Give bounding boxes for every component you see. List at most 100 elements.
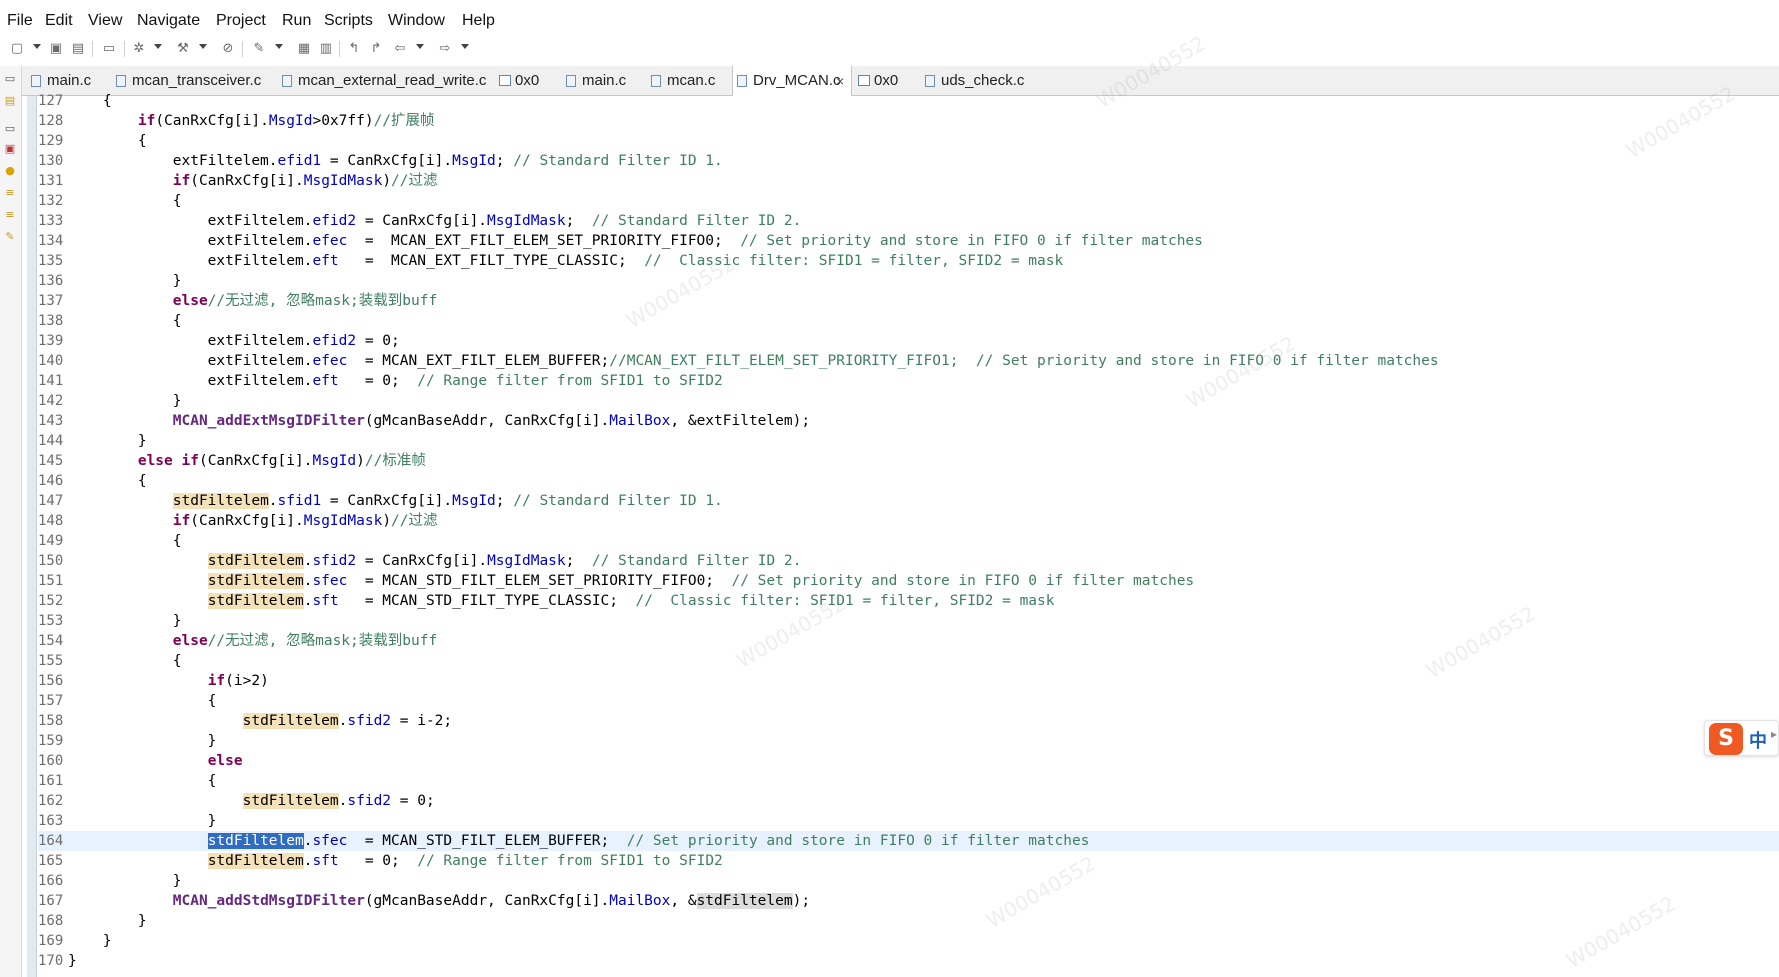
code-line[interactable]: 160 else (38, 751, 1779, 771)
code-text[interactable]: stdFiltelem.sfid2 = i-2; (68, 711, 452, 731)
menu-navigate[interactable]: Navigate (137, 12, 200, 30)
menu-edit[interactable]: Edit (45, 12, 73, 30)
code-line[interactable]: 156 if(i>2) (38, 671, 1779, 691)
code-text[interactable]: } (68, 931, 112, 951)
code-line[interactable]: 127 { (38, 91, 1779, 111)
code-line[interactable]: 150 stdFiltelem.sfid2 = CanRxCfg[i].MsgI… (38, 551, 1779, 571)
code-text[interactable]: } (68, 951, 77, 971)
code-line[interactable]: 142 } (38, 391, 1779, 411)
tool-dropdown-icon[interactable] (275, 44, 283, 49)
code-line[interactable]: 161 { (38, 771, 1779, 791)
tool-icon[interactable]: ✎ (250, 40, 268, 58)
ime-status-widget[interactable]: S 中 ▸ (1704, 720, 1779, 756)
code-line[interactable]: 138 { (38, 311, 1779, 331)
code-line[interactable]: 128 if(CanRxCfg[i].MsgId>0x7ff)//扩展帧 (38, 111, 1779, 131)
code-line[interactable]: 131 if(CanRxCfg[i].MsgIdMask)//过滤 (38, 171, 1779, 191)
console-icon[interactable]: ≡ (3, 186, 17, 200)
code-text[interactable]: MCAN_addExtMsgIDFilter(gMcanBaseAddr, Ca… (68, 411, 810, 431)
build-dropdown-icon[interactable] (199, 44, 207, 49)
code-line[interactable]: 137 else//无过滤, 忽略mask;装载到buff (38, 291, 1779, 311)
code-text[interactable]: MCAN_addStdMsgIDFilter(gMcanBaseAddr, Ca… (68, 891, 810, 911)
save-all-icon[interactable]: ▤ (69, 40, 87, 58)
code-line[interactable]: 170} (38, 951, 1779, 971)
forward-icon[interactable]: ⇨ (436, 40, 454, 58)
terminal-icon[interactable]: ▭ (100, 40, 118, 58)
code-text[interactable]: { (68, 131, 147, 151)
menu-help[interactable]: Help (462, 12, 495, 30)
code-line[interactable]: 158 stdFiltelem.sfid2 = i-2; (38, 711, 1779, 731)
code-line[interactable]: 167 MCAN_addStdMsgIDFilter(gMcanBaseAddr… (38, 891, 1779, 911)
code-text[interactable]: { (68, 191, 182, 211)
code-line[interactable]: 141 extFiltelem.eft = 0; // Range filter… (38, 371, 1779, 391)
code-line[interactable]: 135 extFiltelem.eft = MCAN_EXT_FILT_TYPE… (38, 251, 1779, 271)
open-type-icon[interactable]: ▦ (295, 40, 313, 58)
code-line[interactable]: 151 stdFiltelem.sfec = MCAN_STD_FILT_ELE… (38, 571, 1779, 591)
code-line[interactable]: 166 } (38, 871, 1779, 891)
forward-dropdown-icon[interactable] (461, 44, 469, 49)
code-text[interactable]: stdFiltelem.sfid2 = CanRxCfg[i].MsgIdMas… (68, 551, 801, 571)
flash-icon[interactable]: ⊘ (219, 40, 237, 58)
menu-scripts[interactable]: Scripts (324, 12, 373, 30)
code-text[interactable]: { (68, 691, 217, 711)
code-text[interactable]: { (68, 311, 182, 331)
code-text[interactable]: stdFiltelem.sfec = MCAN_STD_FILT_ELEM_SE… (68, 571, 1194, 591)
code-line[interactable]: 163 } (38, 811, 1779, 831)
code-text[interactable]: stdFiltelem.sfid2 = 0; (68, 791, 435, 811)
code-text[interactable]: extFiltelem.efid2 = 0; (68, 331, 400, 351)
lightbulb-icon[interactable]: ● (3, 164, 17, 178)
code-text[interactable]: } (68, 391, 182, 411)
code-line[interactable]: 149 { (38, 531, 1779, 551)
new-dropdown-icon[interactable] (33, 44, 41, 49)
menu-view[interactable]: View (88, 12, 122, 30)
tool-icon[interactable]: ✎ (3, 230, 17, 244)
code-line[interactable]: 148 if(CanRxCfg[i].MsgIdMask)//过滤 (38, 511, 1779, 531)
code-text[interactable]: { (68, 91, 112, 111)
code-text[interactable]: extFiltelem.eft = 0; // Range filter fro… (68, 371, 723, 391)
outline-icon[interactable]: ▣ (3, 142, 17, 156)
menu-run[interactable]: Run (282, 12, 311, 30)
code-text[interactable]: } (68, 611, 182, 631)
code-line[interactable]: 132 { (38, 191, 1779, 211)
back-dropdown-icon[interactable] (416, 44, 424, 49)
code-line[interactable]: 146 { (38, 471, 1779, 491)
code-line[interactable]: 139 extFiltelem.efid2 = 0; (38, 331, 1779, 351)
code-text[interactable]: extFiltelem.eft = MCAN_EXT_FILT_TYPE_CLA… (68, 251, 1064, 271)
code-line[interactable]: 134 extFiltelem.efec = MCAN_EXT_FILT_ELE… (38, 231, 1779, 251)
code-text[interactable]: stdFiltelem.sft = 0; // Range filter fro… (68, 851, 723, 871)
code-line[interactable]: 164 stdFiltelem.sfec = MCAN_STD_FILT_ELE… (38, 831, 1779, 851)
code-line[interactable]: 155 { (38, 651, 1779, 671)
project-explorer-icon[interactable]: ▤ (3, 94, 17, 108)
task-icon[interactable]: ▥ (317, 40, 335, 58)
code-line[interactable]: 140 extFiltelem.efec = MCAN_EXT_FILT_ELE… (38, 351, 1779, 371)
code-text[interactable]: } (68, 871, 182, 891)
code-line[interactable]: 169 } (38, 931, 1779, 951)
code-text[interactable]: extFiltelem.efec = MCAN_EXT_FILT_ELEM_SE… (68, 231, 1203, 251)
code-text[interactable]: if(CanRxCfg[i].MsgIdMask)//过滤 (68, 171, 438, 191)
code-text[interactable]: else if(CanRxCfg[i].MsgId)//标准帧 (68, 451, 426, 471)
code-line[interactable]: 136 } (38, 271, 1779, 291)
problems-icon[interactable]: ≡ (3, 208, 17, 222)
ime-expand-icon[interactable]: ▸ (1771, 727, 1777, 741)
code-text[interactable]: { (68, 471, 147, 491)
code-line[interactable]: 168 } (38, 911, 1779, 931)
menu-file[interactable]: File (7, 12, 33, 30)
debug-dropdown-icon[interactable] (154, 44, 162, 49)
restore-icon[interactable]: ▭ (3, 72, 17, 86)
code-text[interactable]: if(i>2) (68, 671, 269, 691)
code-text[interactable]: } (68, 911, 147, 931)
code-text[interactable]: } (68, 811, 217, 831)
code-line[interactable]: 133 extFiltelem.efid2 = CanRxCfg[i].MsgI… (38, 211, 1779, 231)
code-text[interactable]: { (68, 531, 182, 551)
code-text[interactable]: extFiltelem.efid2 = CanRxCfg[i].MsgIdMas… (68, 211, 802, 231)
next-annotation-icon[interactable]: ↱ (367, 40, 385, 58)
code-text[interactable]: } (68, 431, 147, 451)
code-line[interactable]: 159 } (38, 731, 1779, 751)
code-text[interactable]: stdFiltelem.sfec = MCAN_STD_FILT_ELEM_BU… (68, 831, 1089, 851)
code-line[interactable]: 145 else if(CanRxCfg[i].MsgId)//标准帧 (38, 451, 1779, 471)
code-text[interactable]: else//无过滤, 忽略mask;装载到buff (68, 291, 437, 311)
code-editor[interactable]: 127 {128 if(CanRxCfg[i].MsgId>0x7ff)//扩展… (38, 93, 1779, 977)
code-text[interactable]: if(CanRxCfg[i].MsgIdMask)//过滤 (68, 511, 438, 531)
build-icon[interactable]: ⚒ (174, 40, 192, 58)
code-line[interactable]: 143 MCAN_addExtMsgIDFilter(gMcanBaseAddr… (38, 411, 1779, 431)
code-text[interactable]: extFiltelem.efid1 = CanRxCfg[i].MsgId; /… (68, 151, 723, 171)
